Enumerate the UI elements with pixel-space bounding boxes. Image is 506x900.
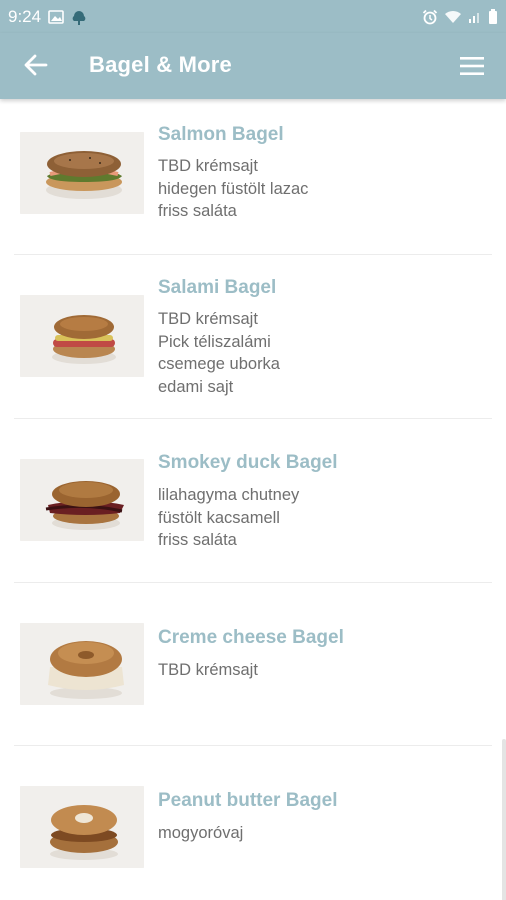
product-description: TBD krémsajt hidegen füstölt lazac friss… [158, 155, 308, 223]
product-image [20, 295, 144, 377]
ingredient: edami sajt [158, 377, 234, 396]
page-title: Bagel & More [89, 52, 232, 77]
product-name: Salami Bagel [158, 277, 277, 298]
menu-button[interactable] [458, 53, 486, 79]
ingredient: TBD krémsajt [158, 661, 258, 679]
signal-icon [468, 10, 482, 24]
ingredient: csemege uborka [158, 355, 280, 373]
wifi-icon [444, 9, 462, 24]
status-bar: 9:24 [0, 0, 506, 33]
ingredient: TBD krémsajt [158, 157, 258, 175]
product-description: TBD krémsajt Pick téliszalámi csemege ub… [158, 308, 280, 398]
product-name: Peanut butter Bagel [158, 790, 338, 811]
ingredient: friss saláta [158, 531, 237, 549]
list-item[interactable]: Smokey duck Bagel lilahagyma chutney füs… [0, 419, 506, 582]
ingredient: friss saláta [158, 202, 237, 220]
hamburger-menu-icon [460, 57, 484, 75]
list-item[interactable]: Peanut butter Bagel mogyoróvaj [0, 746, 506, 900]
ingredient: hidegen füstölt lazac [158, 179, 309, 198]
cloud-icon [71, 8, 87, 26]
product-image [20, 623, 144, 705]
ingredient: lilahagyma chutney [158, 486, 300, 504]
product-image [20, 786, 144, 868]
list-item[interactable]: Salami Bagel TBD krémsajt Pick téliszalá… [0, 255, 506, 418]
product-description: lilahagyma chutney füstölt kacsamell fri… [158, 484, 299, 552]
back-button[interactable] [22, 51, 50, 79]
app-bar: Bagel & More [0, 33, 506, 99]
product-image [20, 132, 144, 214]
product-name: Smokey duck Bagel [158, 452, 338, 473]
status-time: 9:24 [8, 6, 42, 26]
scrollbar[interactable] [502, 739, 506, 900]
list-item[interactable]: Creme cheese Bagel TBD krémsajt [0, 583, 506, 745]
product-description: mogyoróvaj [158, 822, 243, 845]
alarm-icon [422, 9, 438, 25]
arrow-left-icon [24, 54, 48, 76]
list-item[interactable]: Salmon Bagel TBD krémsajt hidegen füstöl… [0, 99, 506, 254]
product-name: Salmon Bagel [158, 124, 284, 145]
ingredient: mogyoróvaj [158, 824, 244, 842]
product-list: Salmon Bagel TBD krémsajt hidegen füstöl… [0, 99, 506, 900]
battery-icon [488, 8, 498, 25]
image-icon [48, 9, 64, 24]
ingredient: füstölt kacsamell [158, 508, 280, 527]
ingredient: Pick téliszalámi [158, 332, 271, 351]
product-image [20, 459, 144, 541]
product-description: TBD krémsajt [158, 659, 258, 682]
ingredient: TBD krémsajt [158, 310, 258, 328]
product-name: Creme cheese Bagel [158, 627, 344, 648]
